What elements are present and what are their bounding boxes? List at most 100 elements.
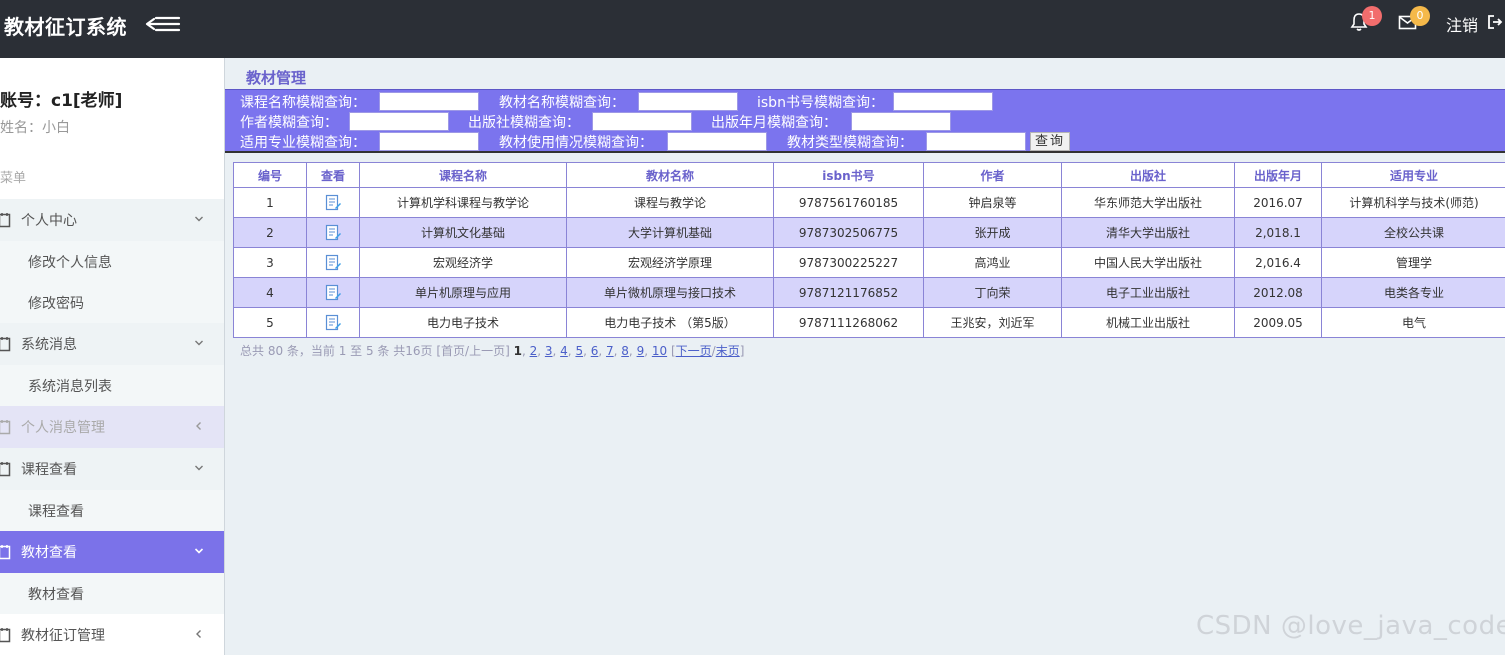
document-icon [0, 213, 11, 228]
search-button[interactable]: 查询 [1030, 132, 1070, 151]
page-link[interactable]: 3 [545, 344, 553, 358]
nav-item-course-view[interactable]: 课程查看 [0, 490, 224, 531]
account-label: 账号：c1[老师] [0, 91, 123, 111]
page-link[interactable]: 2 [530, 344, 538, 358]
nav-group-personal-center[interactable]: 个人中心 [0, 199, 224, 241]
page-link[interactable]: 5 [575, 344, 583, 358]
nav-item-change-password[interactable]: 修改密码 [0, 282, 224, 323]
page-link[interactable]: 6 [591, 344, 599, 358]
last-page-link[interactable]: 末页 [716, 344, 740, 358]
nav-group-textbook-order[interactable]: 教材征订管理 [0, 614, 224, 655]
cell-author: 张开成 [923, 217, 1062, 248]
page-link[interactable]: 7 [606, 344, 614, 358]
view-detail-icon[interactable] [325, 194, 341, 211]
menu-toggle-icon[interactable] [144, 12, 182, 36]
cell-isbn: 9787300225227 [773, 247, 924, 278]
table-row: 5 电力电子技术 电力电子技术 （第5版） 9787111268062 王兆安，… [233, 307, 1505, 338]
cell-view[interactable] [306, 217, 360, 248]
nav-group-label: 教材查看 [21, 545, 77, 561]
menu-caption: 菜单 [0, 171, 27, 186]
textbook-table: 编号 查看 课程名称 教材名称 isbn书号 作者 出版社 出版年月 适用专业 … [233, 162, 1505, 338]
cell-author: 王兆安，刘近军 [923, 307, 1062, 338]
logout-icon[interactable] [1487, 14, 1503, 30]
type-search-label: 教材类型模糊查询： [787, 135, 913, 151]
author-search-label: 作者模糊查询： [240, 115, 338, 131]
app-title: 教材征订系统 [4, 15, 127, 39]
cell-major: 全校公共课 [1321, 217, 1505, 248]
cell-course: 计算机文化基础 [359, 217, 567, 248]
document-icon [0, 420, 11, 435]
author-search-input[interactable] [349, 112, 449, 131]
nav-item-textbook-view[interactable]: 教材查看 [0, 573, 224, 614]
view-detail-icon[interactable] [325, 254, 341, 271]
cell-major: 计算机科学与技术(师范) [1321, 187, 1505, 218]
nav-item-label: 系统消息列表 [28, 379, 112, 395]
cell-publisher: 清华大学出版社 [1061, 217, 1235, 248]
view-detail-icon[interactable] [325, 284, 341, 301]
chevron-down-icon [194, 548, 204, 554]
type-search-input[interactable] [926, 132, 1026, 151]
main-content: 教材管理 课程名称模糊查询： 教材名称模糊查询： isbn书号模糊查询： 作者模… [224, 58, 1505, 655]
page-link[interactable]: 9 [637, 344, 645, 358]
document-icon [0, 337, 11, 352]
nav-item-system-message-list[interactable]: 系统消息列表 [0, 365, 224, 406]
document-icon [0, 462, 11, 477]
page-title: 教材管理 [246, 69, 307, 87]
nav-group-system-messages[interactable]: 系统消息 [0, 323, 224, 365]
view-detail-icon[interactable] [325, 314, 341, 331]
page-link[interactable]: 10 [652, 344, 667, 358]
publisher-search-input[interactable] [592, 112, 692, 131]
table-row: 4 单片机原理与应用 单片微机原理与接口技术 9787121176852 丁向荣… [233, 277, 1505, 308]
table-row: 3 宏观经济学 宏观经济学原理 9787300225227 高鸿业 中国人民大学… [233, 247, 1505, 278]
pubdate-search-input[interactable] [851, 112, 951, 131]
cell-course: 单片机原理与应用 [359, 277, 567, 308]
notifications-button[interactable]: 1 [1350, 6, 1382, 34]
messages-button[interactable]: 0 [1398, 6, 1430, 34]
cell-author: 高鸿业 [923, 247, 1062, 278]
col-header-isbn: isbn书号 [773, 162, 924, 188]
cell-id: 1 [233, 187, 307, 218]
cell-view[interactable] [306, 307, 360, 338]
page-current: 1 [513, 344, 522, 358]
view-detail-icon[interactable] [325, 224, 341, 241]
pagination-first-prev[interactable]: [首页/上一页] [436, 344, 509, 358]
nav-group-textbook-view[interactable]: 教材查看 [0, 531, 224, 573]
cell-isbn: 9787302506775 [773, 217, 924, 248]
cell-major: 管理学 [1321, 247, 1505, 278]
textbook-search-input[interactable] [638, 92, 738, 111]
major-search-input[interactable] [379, 132, 479, 151]
cell-author: 丁向荣 [923, 277, 1062, 308]
cell-id: 3 [233, 247, 307, 278]
page-link[interactable]: 8 [621, 344, 629, 358]
page-link[interactable]: 4 [560, 344, 568, 358]
pagination: 总共 80 条，当前 1 至 5 条 共16页 [首页/上一页] 1, 2, 3… [240, 344, 745, 358]
nav-group-course-view[interactable]: 课程查看 [0, 448, 224, 490]
next-page-link[interactable]: 下一页 [676, 344, 712, 358]
table-row: 1 计算机学科课程与教学论 课程与教学论 9787561760185 钟启泉等 … [233, 187, 1505, 218]
isbn-search-label: isbn书号模糊查询： [757, 95, 884, 111]
chevron-down-icon [195, 340, 203, 346]
isbn-search-input[interactable] [893, 92, 993, 111]
col-header-textbook: 教材名称 [566, 162, 774, 188]
usage-search-input[interactable] [667, 132, 767, 151]
chevron-down-icon [195, 216, 203, 222]
cell-isbn: 9787121176852 [773, 277, 924, 308]
cell-textbook: 单片微机原理与接口技术 [566, 277, 774, 308]
document-icon [0, 628, 11, 643]
nav-item-edit-profile[interactable]: 修改个人信息 [0, 241, 224, 282]
cell-view[interactable] [306, 187, 360, 218]
cell-course: 计算机学科课程与教学论 [359, 187, 567, 218]
cell-view[interactable] [306, 247, 360, 278]
cell-publisher: 中国人民大学出版社 [1061, 247, 1235, 278]
cell-view[interactable] [306, 277, 360, 308]
course-search-input[interactable] [379, 92, 479, 111]
cell-id: 2 [233, 217, 307, 248]
cell-pubdate: 2016.07 [1234, 187, 1322, 218]
pubdate-search-label: 出版年月模糊查询： [711, 115, 837, 131]
logout-link[interactable]: 注销 [1446, 12, 1478, 36]
table-header-row: 编号 查看 课程名称 教材名称 isbn书号 作者 出版社 出版年月 适用专业 [233, 162, 1505, 188]
nav-group-personal-messages[interactable]: 个人消息管理 [0, 406, 224, 448]
cell-publisher: 电子工业出版社 [1061, 277, 1235, 308]
col-header-id: 编号 [233, 162, 307, 188]
cell-major: 电类各专业 [1321, 277, 1505, 308]
